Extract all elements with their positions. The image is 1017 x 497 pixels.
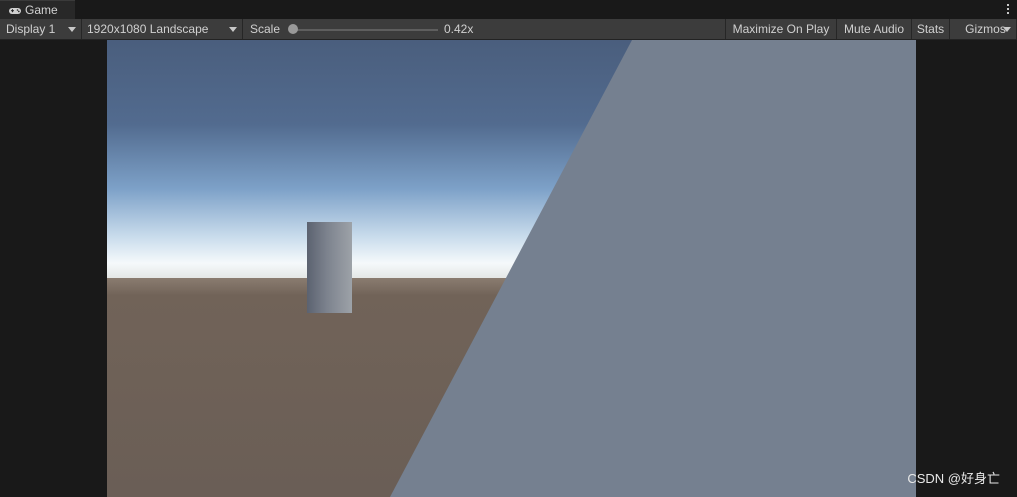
more-options-icon[interactable] bbox=[1005, 2, 1011, 16]
chevron-down-icon bbox=[1003, 27, 1011, 32]
scale-slider-handle[interactable] bbox=[288, 24, 298, 34]
game-window: Game Display 1 1920x1080 Landscape Scale… bbox=[0, 0, 1017, 497]
scale-label: Scale bbox=[250, 22, 281, 36]
scale-value: 0.42x bbox=[444, 22, 474, 36]
display-label: Display 1 bbox=[6, 22, 56, 36]
cylinder-object bbox=[307, 222, 352, 313]
watermark: CSDN @好身亡 bbox=[907, 471, 1000, 486]
resolution-label: 1920x1080 Landscape bbox=[87, 22, 209, 36]
tab-bar: Game bbox=[0, 0, 1017, 19]
display-dropdown[interactable]: Display 1 bbox=[0, 19, 82, 39]
mute-audio-button[interactable]: Mute Audio bbox=[836, 19, 911, 39]
game-viewport[interactable] bbox=[107, 40, 916, 497]
maximize-on-play-button[interactable]: Maximize On Play bbox=[725, 19, 836, 39]
resolution-dropdown[interactable]: 1920x1080 Landscape bbox=[82, 19, 243, 39]
gizmos-dropdown[interactable]: Gizmos bbox=[949, 19, 1017, 39]
game-toolbar: Display 1 1920x1080 Landscape Scale 0.42… bbox=[0, 19, 1017, 40]
stats-button[interactable]: Stats bbox=[911, 19, 949, 39]
chevron-down-icon bbox=[68, 27, 76, 32]
scale-slider-track[interactable] bbox=[292, 29, 438, 31]
tab-game[interactable]: Game bbox=[0, 0, 75, 19]
gamepad-icon bbox=[8, 5, 22, 15]
chevron-down-icon bbox=[229, 27, 237, 32]
tab-label: Game bbox=[25, 3, 58, 17]
